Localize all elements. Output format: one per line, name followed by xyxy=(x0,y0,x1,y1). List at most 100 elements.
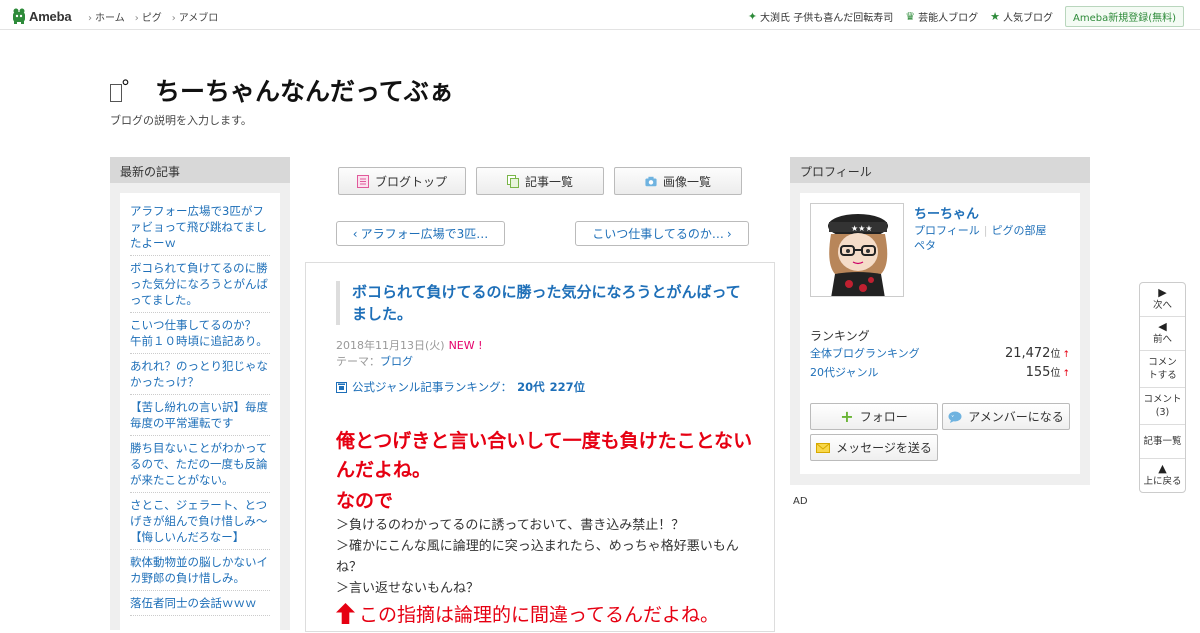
ranking-overall-link[interactable]: 全体ブログランキング xyxy=(810,345,920,361)
triangle-up-icon: ▲ xyxy=(1158,462,1167,475)
prev-button[interactable]: ◀ 前へ xyxy=(1140,317,1185,351)
comment-count-button[interactable]: コメント (3) xyxy=(1140,388,1185,425)
next-entry-label: こいつ仕事してるのか… xyxy=(592,227,724,241)
entry-date: 2018年11月13日(火) NEW ! xyxy=(336,337,483,353)
amember-button[interactable]: ᵛ アメンバーになる xyxy=(942,403,1070,430)
ranking-overall-number: 21,472 xyxy=(1004,346,1051,361)
latest-entry-link[interactable]: アラフォー広場で3匹がファビョって飛び跳ねてましたよーｗ xyxy=(130,199,270,256)
quote-line: ＞言い返せないもんね？ xyxy=(336,581,480,596)
back-to-top-button[interactable]: ▲ 上に戻る xyxy=(1140,459,1185,492)
profile-box: ★★★ ちーちゃん プロフィール | ピグの部屋 ペタ ランキング 全体ブログランキ… xyxy=(800,193,1080,474)
global-header: Ameba ホーム ピグ アメブロ ✦ 大渕氏 子供も喜んだ回転寿司 ♛ 芸能人… xyxy=(0,0,1200,30)
celebrity-blog-link[interactable]: ♛ 芸能人ブログ xyxy=(905,9,978,24)
ranking-row-genre: 20代ジャンル 155位 ↑ xyxy=(810,364,1070,380)
avatar[interactable]: ★★★ xyxy=(810,203,904,297)
latest-entry-link[interactable]: 落伍者同士の会話ｗｗｗ xyxy=(130,591,270,616)
image-list-button[interactable]: 画像一覧 xyxy=(614,167,742,195)
popular-blog-link[interactable]: ★ 人気ブログ xyxy=(990,9,1053,24)
quote-line: ＞負けるのわかってるのに誘っておいて、書き込み禁止！？ xyxy=(336,518,685,533)
blog-title-prefix: ゜ xyxy=(110,77,155,106)
entry-theme-link[interactable]: ブログ xyxy=(380,355,413,368)
entry-body-quotes: ＞負けるのわかってるのに誘っておいて、書き込み禁止！？ ＞確かにこんな風に論理的… xyxy=(336,515,756,599)
trend-up-icon: ↑ xyxy=(1062,369,1070,379)
entry-body-pointer: この指摘は論理的に間違ってるんだよね。 xyxy=(336,600,719,627)
send-message-button[interactable]: メッセージを送る xyxy=(810,434,938,461)
latest-entry-link[interactable]: あれれ？のっとり犯じゃなかったっけ？ xyxy=(130,354,270,395)
entry-body-emphasis: 俺とつげきと言い合いして一度も負けたことないんだよね。 xyxy=(336,430,753,481)
ameba-mascot-icon xyxy=(13,8,25,24)
follow-label: フォロー xyxy=(859,410,908,424)
header-right-links: ✦ 大渕氏 子供も喜んだ回転寿司 ♛ 芸能人ブログ ★ 人気ブログ Ameba新… xyxy=(748,6,1184,27)
document-icon xyxy=(356,174,369,188)
entry-list-float-button[interactable]: 記事一覧 xyxy=(1140,425,1185,459)
blog-title[interactable]: ゜ ちーちゃんなんだってぶぁ xyxy=(110,72,454,108)
next-button[interactable]: ▶ 次へ xyxy=(1140,283,1185,317)
entry-body-pointer-text: この指摘は論理的に間違ってるんだよね。 xyxy=(359,604,720,626)
popular-blog-label: 人気ブログ xyxy=(1002,13,1053,24)
latest-entry-link[interactable]: こいつ仕事してるのか？ 午前１０時頃に追記あり。 xyxy=(130,313,270,354)
profile-name[interactable]: ちーちゃん xyxy=(914,203,979,222)
follow-button[interactable]: + フォロー xyxy=(810,403,938,430)
latest-entry-link[interactable]: さとこ、ジェラート、とつげきが組んで負け惜しみ～【悔しいんだろなー】 xyxy=(130,493,270,550)
chevron-left-icon: ‹ xyxy=(352,226,358,241)
star-icon: ✦ xyxy=(747,10,758,23)
entry-title[interactable]: ボコられて負けてるのに勝った気分になろうとがんばってました。 xyxy=(336,281,746,325)
ad-label: AD xyxy=(793,496,808,507)
nav-pigg[interactable]: ピグ xyxy=(135,9,162,24)
latest-entry-link[interactable]: 勝ち目ないことがわかってるので、ただの一度も反論が来たことがない。 xyxy=(130,436,270,493)
entry-list-label: 記事一覧 xyxy=(524,174,573,189)
ranking-heading: ランキング xyxy=(810,329,870,343)
trending-link[interactable]: ✦ 大渕氏 子供も喜んだ回転寿司 xyxy=(748,9,893,24)
latest-entry-link[interactable]: 【苦し紛れの言い訳】毎度毎度の平常運転です xyxy=(130,395,270,436)
entry-body-emphasis-2: なので xyxy=(336,490,394,512)
blog-title-text: ちーちゃんなんだってぶぁ xyxy=(154,77,454,106)
ranking-label: 公式ジャンル記事ランキング： xyxy=(352,380,513,394)
trend-up-icon: ↑ xyxy=(1062,350,1070,360)
latest-entry-link[interactable]: 軟体動物並の脳しかないイカ野郎の負け惜しみ。 xyxy=(130,550,270,591)
blog-description: ブログの説明を入力します。 xyxy=(110,114,252,127)
entry-list-button[interactable]: 記事一覧 xyxy=(476,167,604,195)
ranking-rank: 227位 xyxy=(549,380,586,394)
quote-line: ＞確かにこんな風に論理的に突っ込まれたら、めっちゃ格好悪いもんね？ xyxy=(336,539,739,575)
ranking-genre-value: 155位 ↑ xyxy=(1026,364,1070,380)
register-button[interactable]: Ameba新規登録(無料) xyxy=(1064,6,1184,27)
entry-date-text: 2018年11月13日(火) xyxy=(336,339,445,352)
blog-top-button[interactable]: ブログトップ xyxy=(338,167,466,195)
latest-entries-list: アラフォー広場で3匹がファビョって飛び跳ねてましたよーｗ ボコられて負けてるのに… xyxy=(120,193,280,633)
comment-label: コメントする xyxy=(1148,357,1177,381)
crown-icon: ♛ xyxy=(905,10,916,23)
profile-heading: プロフィール xyxy=(790,157,1090,183)
logo-text: Ameba xyxy=(29,8,72,24)
genre-ranking[interactable]: 公式ジャンル記事ランキング： 20代 227位 xyxy=(336,379,585,395)
next-entry-link[interactable]: こいつ仕事してるのか… › xyxy=(575,221,749,246)
trending-link-label: 大渕氏 子供も喜んだ回転寿司 xyxy=(760,13,894,24)
peta-link[interactable]: ペタ xyxy=(914,238,1047,253)
comment-button[interactable]: コメントする xyxy=(1140,351,1185,388)
profile-link[interactable]: プロフィール xyxy=(914,224,980,237)
star-icon: ★ xyxy=(990,10,1000,23)
pigg-room-link[interactable]: ピグの部屋 xyxy=(992,224,1047,237)
avatar-illustration: ★★★ xyxy=(828,214,888,296)
global-nav: ホーム ピグ アメブロ xyxy=(88,9,218,24)
prev-entry-link[interactable]: ‹ アラフォー広場で3匹… xyxy=(336,221,505,246)
copy-icon xyxy=(506,174,519,188)
ranking-genre-number: 155 xyxy=(1025,365,1051,380)
up-arrow-icon xyxy=(336,603,355,624)
prev-label: 前へ xyxy=(1152,334,1172,345)
chat-bubble-icon: ᵛ xyxy=(948,411,962,423)
blog-top-label: ブログトップ xyxy=(374,174,447,189)
latest-entry-link[interactable]: ボコられて負けてるのに勝った気分になろうとがんばってました。 xyxy=(130,256,270,313)
entry-theme-label: テーマ： xyxy=(336,355,380,368)
plus-icon: + xyxy=(840,406,854,426)
nav-home[interactable]: ホーム xyxy=(88,9,125,24)
image-list-label: 画像一覧 xyxy=(662,174,711,189)
envelope-icon xyxy=(816,442,831,453)
nav-ameblo[interactable]: アメブロ xyxy=(172,9,219,24)
ranking-genre-link[interactable]: 20代ジャンル xyxy=(810,364,878,380)
play-right-icon: ▶ xyxy=(1158,286,1167,299)
camera-icon xyxy=(645,176,657,186)
profile-links: プロフィール | ピグの部屋 ペタ xyxy=(914,223,1047,253)
left-sidebar: 最新の記事 アラフォー広場で3匹がファビョって飛び跳ねてましたよーｗ ボコられて… xyxy=(110,157,290,633)
ranking-icon xyxy=(336,381,347,393)
ameba-logo[interactable]: Ameba xyxy=(12,7,72,25)
